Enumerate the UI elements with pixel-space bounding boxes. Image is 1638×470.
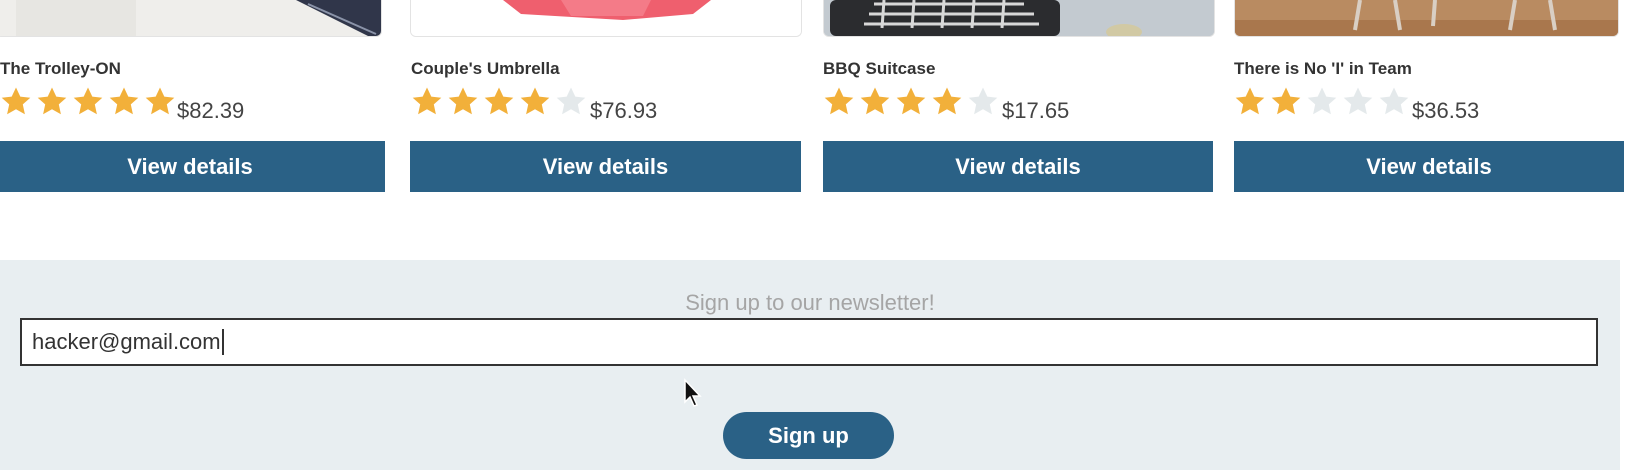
product-price: $17.65 [1002, 98, 1070, 123]
star-filled-icon [931, 86, 963, 116]
mouse-pointer-icon [684, 378, 702, 407]
star-filled-icon [823, 86, 855, 116]
star-empty-icon [555, 86, 587, 116]
team-chairs-image [1235, 0, 1618, 36]
view-details-button[interactable]: View details [410, 141, 801, 192]
star-empty-icon [967, 86, 999, 116]
star-empty-icon [1306, 86, 1338, 116]
star-rating [0, 86, 180, 116]
star-filled-icon [72, 86, 104, 116]
star-filled-icon [411, 86, 443, 116]
star-rating [411, 86, 591, 116]
star-filled-icon [144, 86, 176, 116]
star-filled-icon [36, 86, 68, 116]
sign-up-button[interactable]: Sign up [723, 412, 894, 459]
product-thumbnail[interactable] [410, 0, 802, 37]
product-name[interactable]: The Trolley-ON [0, 59, 121, 79]
product-price: $76.93 [590, 98, 658, 123]
product-thumbnail[interactable] [0, 0, 382, 37]
trolley-image [0, 0, 381, 36]
star-empty-icon [1378, 86, 1410, 116]
product-price: $36.53 [1412, 98, 1480, 123]
star-filled-icon [0, 86, 32, 116]
newsletter-section: Sign up to our newsletter! hacker@gmail.… [0, 260, 1620, 470]
bbq-suitcase-image [824, 0, 1214, 36]
product-name[interactable]: Couple's Umbrella [411, 59, 560, 79]
star-filled-icon [519, 86, 551, 116]
view-details-button[interactable]: View details [0, 141, 385, 192]
newsletter-title: Sign up to our newsletter! [685, 290, 935, 315]
email-input-value: hacker@gmail.com [32, 329, 221, 354]
product-price: $82.39 [177, 98, 245, 123]
product-name[interactable]: There is No 'I' in Team [1234, 59, 1412, 79]
star-filled-icon [895, 86, 927, 116]
product-list: The Trolley-ON $82.39 View details Coupl… [0, 0, 1638, 192]
star-rating [1234, 86, 1414, 116]
star-empty-icon [1342, 86, 1374, 116]
email-input[interactable]: hacker@gmail.com [20, 318, 1598, 366]
star-filled-icon [108, 86, 140, 116]
view-details-button[interactable]: View details [823, 141, 1213, 192]
text-caret [221, 329, 224, 355]
star-rating [823, 86, 1003, 116]
product-thumbnail[interactable] [823, 0, 1215, 37]
star-filled-icon [483, 86, 515, 116]
star-filled-icon [1270, 86, 1302, 116]
star-filled-icon [1234, 86, 1266, 116]
star-filled-icon [447, 86, 479, 116]
product-thumbnail[interactable] [1234, 0, 1619, 37]
star-filled-icon [859, 86, 891, 116]
product-name[interactable]: BBQ Suitcase [823, 59, 935, 79]
umbrella-image [411, 0, 801, 36]
view-details-button[interactable]: View details [1234, 141, 1624, 192]
